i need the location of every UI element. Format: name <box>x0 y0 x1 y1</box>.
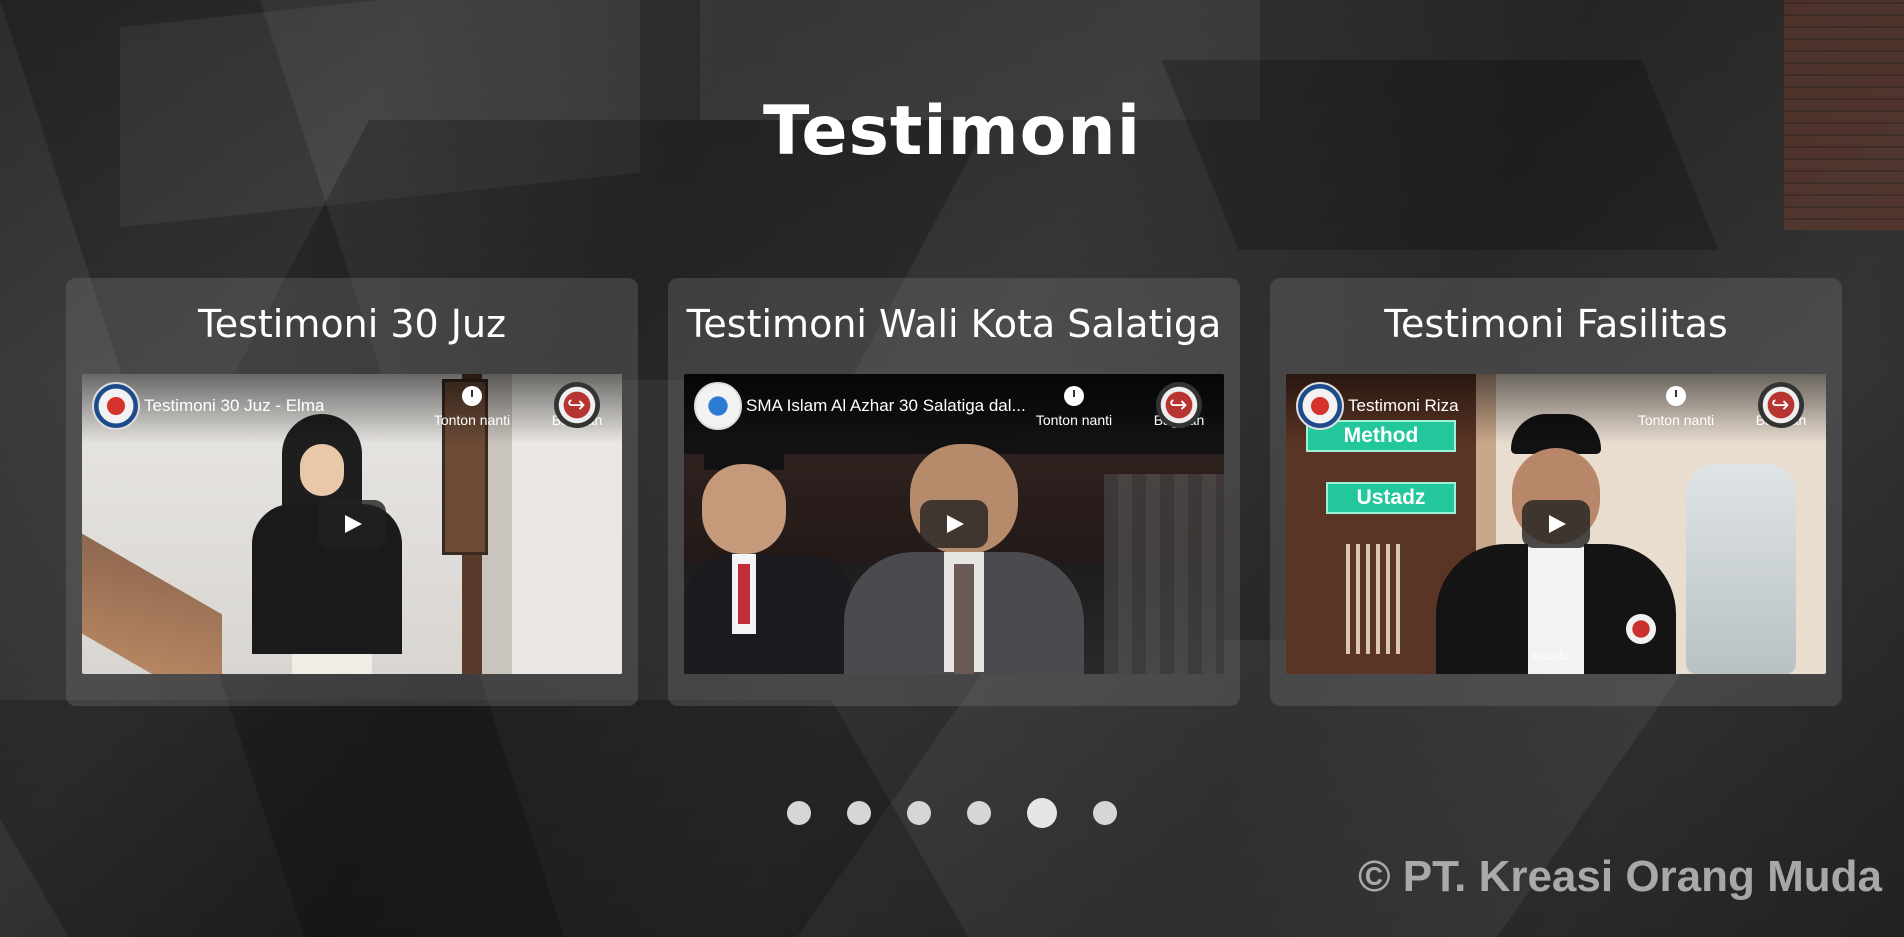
clock-icon <box>462 386 482 406</box>
channel-logo-icon[interactable] <box>1296 382 1344 430</box>
share-icon: ↪ <box>1169 392 1188 417</box>
testimonial-card-1: Testimoni 30 Juz Testimoni 30 Juz - Elma… <box>66 278 638 706</box>
video-caption: Ustadz <box>1532 648 1569 663</box>
play-button[interactable] <box>318 500 386 548</box>
play-button[interactable] <box>1522 500 1590 548</box>
watch-later-label: Tonton nanti <box>1035 412 1113 428</box>
video-title[interactable]: SMA Islam Al Azhar 30 Salatiga dal... <box>746 396 1026 416</box>
carousel-dot-5[interactable] <box>1027 798 1057 828</box>
video-title[interactable]: Testimoni Riza <box>1348 396 1459 416</box>
channel-logo-icon[interactable] <box>92 382 140 430</box>
watch-later-button[interactable]: Tonton nanti <box>432 386 512 428</box>
watch-later-button[interactable]: Tonton nanti <box>1636 386 1716 428</box>
share-button[interactable]: ↪ Bagikan <box>542 382 612 428</box>
carousel-dot-1[interactable] <box>787 801 811 825</box>
video-player-1[interactable]: Testimoni 30 Juz - Elma Tonton nanti ↪ B… <box>82 374 622 674</box>
testimonial-card-3: Testimoni Fasilitas Method Ustadz Ustadz… <box>1270 278 1842 706</box>
carousel-dot-6[interactable] <box>1093 801 1117 825</box>
copyright-text: © PT. Kreasi Orang Muda <box>1358 852 1882 901</box>
card-title: Testimoni Wali Kota Salatiga <box>686 302 1222 346</box>
carousel-dot-2[interactable] <box>847 801 871 825</box>
video-title[interactable]: Testimoni 30 Juz - Elma <box>144 396 324 416</box>
watch-later-label: Tonton nanti <box>433 412 511 428</box>
share-icon: ↪ <box>567 392 586 417</box>
card-title: Testimoni 30 Juz <box>197 302 507 346</box>
carousel-dot-4[interactable] <box>967 801 991 825</box>
testimonial-card-2: Testimoni Wali Kota Salatiga SMA Islam A… <box>668 278 1240 706</box>
share-button[interactable]: ↪ Bagikan <box>1746 382 1816 428</box>
video-player-3[interactable]: Method Ustadz Ustadz Testimoni Riza Tont… <box>1286 374 1826 674</box>
play-button[interactable] <box>920 500 988 548</box>
clock-icon <box>1666 386 1686 406</box>
overlay-tag-ustadz: Ustadz <box>1326 482 1456 514</box>
carousel-dot-3[interactable] <box>907 801 931 825</box>
section-title: Testimoni <box>762 92 1142 171</box>
carousel-pagination <box>0 798 1904 828</box>
share-button[interactable]: ↪ Bagikan <box>1144 382 1214 428</box>
video-player-2[interactable]: SMA Islam Al Azhar 30 Salatiga dal... To… <box>684 374 1224 674</box>
channel-logo-icon[interactable] <box>694 382 742 430</box>
watch-later-label: Tonton nanti <box>1637 412 1715 428</box>
share-icon: ↪ <box>1771 392 1790 417</box>
watch-later-button[interactable]: Tonton nanti <box>1034 386 1114 428</box>
clock-icon <box>1064 386 1084 406</box>
card-title: Testimoni Fasilitas <box>1384 302 1728 346</box>
